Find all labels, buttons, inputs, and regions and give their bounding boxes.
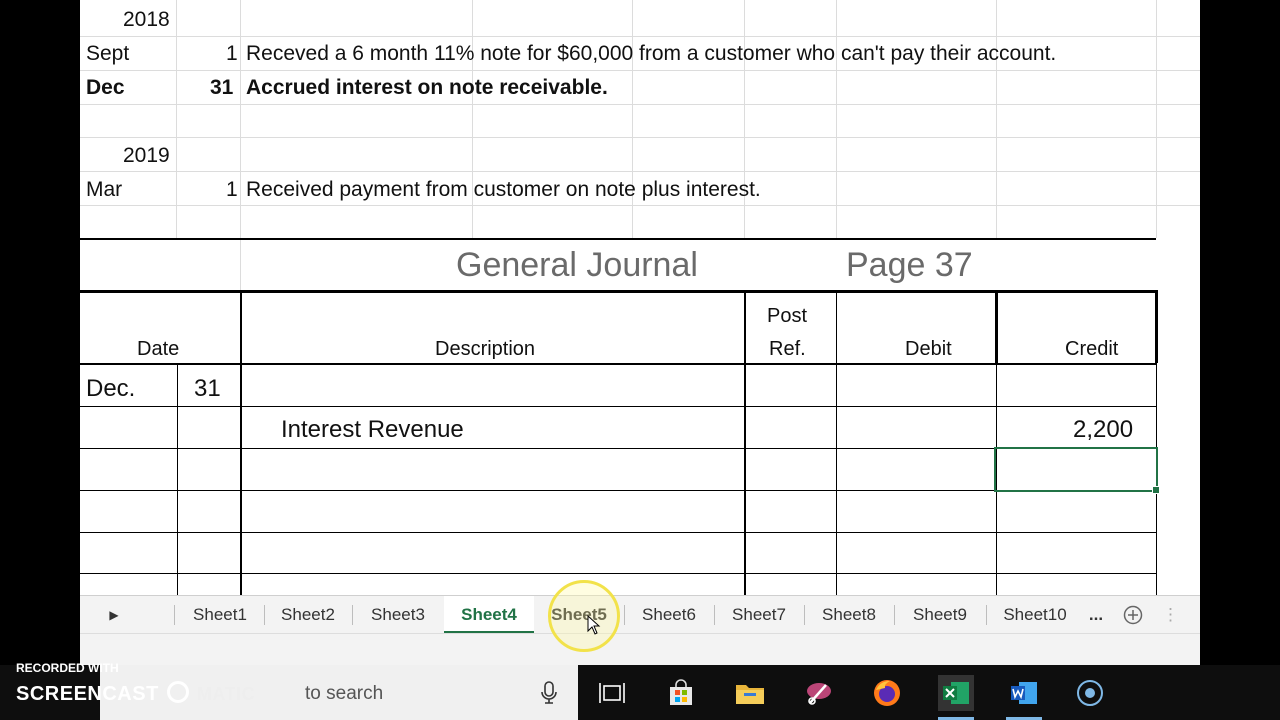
header-description: Description (435, 338, 536, 360)
tab-sheet8[interactable]: Sheet8 (804, 596, 894, 634)
note-text-dec: Accrued interest on note receivable. (246, 76, 608, 99)
header-debit: Debit (905, 338, 952, 360)
tab-sheet4[interactable]: Sheet4 (444, 596, 534, 634)
tab-sheet6[interactable]: Sheet6 (624, 596, 714, 634)
tab-sheet1[interactable]: Sheet1 (176, 596, 264, 634)
journal-credit-amount: 2,200 (1073, 416, 1134, 443)
task-view-icon[interactable] (594, 675, 630, 711)
spreadsheet-grid[interactable]: 2018 Sept 1 Receved a 6 month 11% note f… (80, 0, 1200, 595)
watermark-recorded-with: RECORDED WITH (16, 661, 119, 675)
tab-sheet9[interactable]: Sheet9 (894, 596, 986, 634)
status-bar (80, 633, 1200, 666)
tab-sheet2[interactable]: Sheet2 (264, 596, 352, 634)
header-post: Post (767, 305, 808, 327)
sheet-tab-bar: ▶ Sheet1 Sheet2 Sheet3 Sheet4 Sheet5 She… (80, 595, 1200, 634)
journal-day: 31 (194, 375, 221, 402)
note-month-mar: Mar (86, 178, 123, 201)
year-2018: 2018 (123, 8, 170, 31)
snipping-tool-icon[interactable] (801, 675, 837, 711)
header-ref: Ref. (769, 338, 806, 360)
note-month-sept: Sept (86, 42, 130, 65)
note-day-1: 1 (226, 42, 238, 65)
tab-sheet3[interactable]: Sheet3 (352, 596, 444, 634)
tab-sheet10[interactable]: Sheet10 (986, 596, 1084, 634)
microphone-icon[interactable] (540, 681, 558, 705)
firefox-icon[interactable] (869, 675, 905, 711)
screencast-app-icon[interactable] (1072, 675, 1108, 711)
selected-cell[interactable] (994, 447, 1160, 494)
journal-page: Page 37 (846, 246, 973, 284)
note-text-mar: Received payment from customer on note p… (246, 178, 761, 201)
scroll-tabs-right-icon[interactable]: ▶ (104, 596, 124, 634)
journal-title: General Journal (456, 246, 698, 284)
note-day-1b: 1 (226, 178, 238, 201)
word-icon[interactable] (1006, 675, 1042, 711)
note-day-31: 31 (210, 76, 234, 99)
journal-month: Dec. (86, 375, 136, 402)
add-sheet-icon[interactable] (1120, 596, 1146, 634)
tab-sheet7[interactable]: Sheet7 (714, 596, 804, 634)
year-2019: 2019 (123, 144, 170, 167)
header-date: Date (137, 338, 180, 360)
store-icon[interactable] (663, 675, 699, 711)
file-explorer-icon[interactable] (732, 675, 768, 711)
excel-icon[interactable] (938, 675, 974, 711)
cursor-highlight (548, 580, 620, 652)
watermark-screencast: SCREENCAST MATIC (16, 681, 256, 705)
search-placeholder: to search (305, 683, 384, 704)
mouse-pointer-icon (587, 615, 601, 635)
watermark-logo-icon (166, 681, 189, 703)
more-tabs-ellipsis[interactable]: ... (1084, 596, 1108, 634)
note-month-dec: Dec (86, 76, 125, 99)
note-text-sept: Receved a 6 month 11% note for $60,000 f… (246, 42, 1057, 65)
header-credit: Credit (1065, 338, 1119, 360)
tab-splitter-icon[interactable]: ⋮ (1162, 596, 1179, 634)
journal-account-interest-revenue: Interest Revenue (281, 416, 464, 443)
